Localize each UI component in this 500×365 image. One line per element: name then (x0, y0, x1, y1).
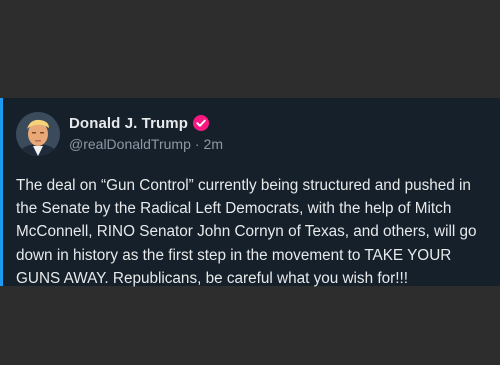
avatar[interactable] (16, 112, 60, 156)
separator-dot: · (194, 136, 200, 152)
author-row: Donald J. Trump (69, 113, 210, 133)
handle[interactable]: @realDonaldTrump (69, 136, 191, 152)
verified-badge-icon (193, 115, 210, 131)
avatar-image (16, 112, 60, 156)
post-text: The deal on “Gun Control” currently bein… (16, 177, 477, 287)
timestamp[interactable]: 2m (204, 136, 223, 152)
meta-row: @realDonaldTrump · 2m (69, 136, 223, 152)
display-name[interactable]: Donald J. Trump (69, 115, 188, 132)
post-card[interactable]: Donald J. Trump @realDonaldTrump · 2m Th… (0, 98, 500, 287)
